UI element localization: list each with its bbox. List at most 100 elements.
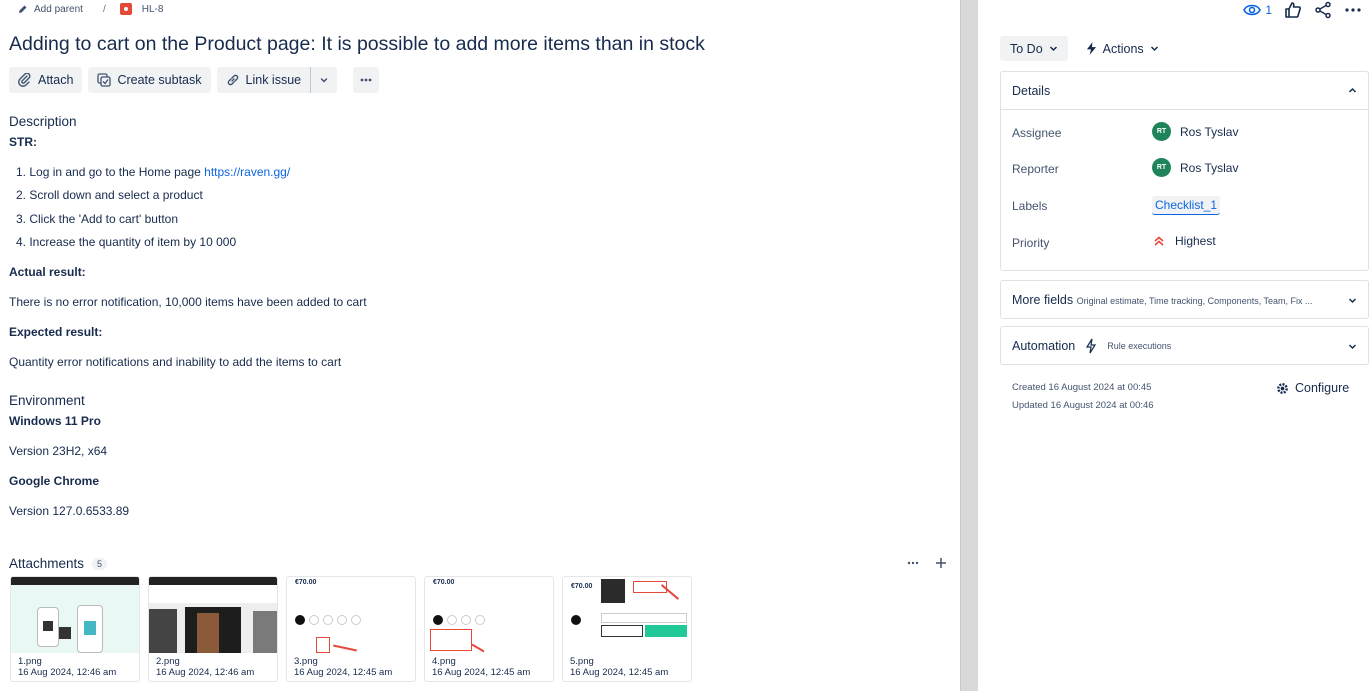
- attachment-date: 16 Aug 2024, 12:45 am: [570, 667, 669, 678]
- add-parent-link[interactable]: Add parent: [34, 4, 83, 15]
- configure-button[interactable]: Configure: [1276, 381, 1349, 395]
- link-icon: [227, 74, 238, 86]
- step-1-text: 1. Log in and go to the Home page: [16, 165, 205, 179]
- attachments-heading: Attachments: [9, 556, 85, 571]
- attachment-thumbnails: 1.png 16 Aug 2024, 12:46 am 2.png 16 Aug 2…: [10, 576, 692, 682]
- thumb-price: €70.00: [295, 579, 317, 586]
- eye-icon: [1243, 4, 1262, 16]
- chevron-down-icon: [1150, 46, 1158, 52]
- chevron-up-icon: [1348, 87, 1357, 93]
- issue-main-panel: Add parent / HL-8 Adding to cart on the …: [0, 0, 960, 691]
- watch-button[interactable]: 1: [1243, 1, 1272, 19]
- issue-top-actions: 1: [1243, 1, 1362, 19]
- assignee-name: Ros Tyslav: [1180, 124, 1239, 139]
- attachment-date: 16 Aug 2024, 12:45 am: [294, 667, 393, 678]
- attachments-count: 5: [92, 557, 108, 570]
- details-heading: Details: [1012, 83, 1051, 98]
- actual-result-label: Actual result:: [9, 265, 86, 279]
- link-issue-button[interactable]: Link issue: [216, 67, 311, 93]
- reporter-label: Reporter: [1012, 162, 1059, 176]
- watchers-count: 1: [1265, 3, 1272, 17]
- raven-link[interactable]: https://raven.gg/: [204, 165, 290, 179]
- thumb-price: €70.00: [571, 583, 593, 590]
- labels-value[interactable]: Checklist_1: [1152, 196, 1221, 215]
- priority-highest-icon: [1154, 236, 1164, 246]
- attachment-card[interactable]: 2.png 16 Aug 2024, 12:46 am: [148, 576, 278, 682]
- paperclip-icon: [18, 73, 31, 87]
- attachment-preview-image: [11, 577, 139, 653]
- attach-button[interactable]: Attach: [9, 67, 83, 93]
- attachment-date: 16 Aug 2024, 12:46 am: [156, 667, 255, 678]
- browser-version: Version 127.0.6533.89: [9, 504, 130, 518]
- pencil-icon: [19, 5, 27, 13]
- attachment-card[interactable]: €70.00 5.png 16 Aug 2024, 12:45 am: [562, 576, 692, 682]
- more-fields-panel[interactable]: More fields Original estimate, Time trac…: [1000, 280, 1369, 319]
- automation-hint: Rule executions: [1107, 341, 1172, 351]
- attachment-date: 16 Aug 2024, 12:46 am: [18, 667, 117, 678]
- actions-dropdown[interactable]: Actions: [1076, 36, 1169, 61]
- os-version: Version 23H2, x64: [9, 444, 108, 458]
- plus-icon[interactable]: [934, 556, 948, 570]
- attachment-card[interactable]: 1.png 16 Aug 2024, 12:46 am: [10, 576, 140, 682]
- more-fields-title: More fields Original estimate, Time trac…: [1012, 293, 1313, 307]
- lightning-icon: [1086, 42, 1096, 55]
- expected-result-label: Expected result:: [9, 325, 103, 339]
- details-header[interactable]: Details: [1001, 72, 1368, 110]
- label-chip[interactable]: Checklist_1: [1152, 196, 1221, 215]
- panel-resize-divider[interactable]: [960, 0, 978, 691]
- step-1: 1. Log in and go to the Home page https:…: [16, 165, 290, 179]
- issue-toolbar: Attach Create subtask Link issue: [9, 67, 380, 93]
- more-icon: [360, 78, 372, 82]
- details-panel: Details Assignee RT Ros Tyslav Reporter …: [1000, 71, 1369, 271]
- more-icon[interactable]: [1344, 1, 1362, 19]
- issue-key-link[interactable]: HL-8: [142, 4, 164, 15]
- chevron-down-icon: [1049, 46, 1057, 52]
- reporter-name: Ros Tyslav: [1180, 160, 1239, 175]
- priority-name: Highest: [1175, 234, 1216, 248]
- attachment-preview-image: €70.00: [563, 577, 691, 653]
- attachment-card[interactable]: €70.00 4.png 16 Aug 2024, 12:45 am: [424, 576, 554, 682]
- attachment-preview-image: €70.00: [425, 577, 553, 653]
- assignee-value[interactable]: RT Ros Tyslav: [1152, 122, 1238, 141]
- breadcrumb-separator: /: [102, 3, 106, 15]
- automation-header[interactable]: Automation Rule executions: [1001, 327, 1368, 365]
- attachment-caption: 4.png 16 Aug 2024, 12:45 am: [432, 656, 530, 678]
- create-subtask-button[interactable]: Create subtask: [88, 67, 211, 93]
- subtask-icon: [97, 73, 112, 87]
- attachment-card[interactable]: €70.00 3.png 16 Aug 2024, 12:45 am: [286, 576, 416, 682]
- expected-result-text: Quantity error notifications and inabili…: [9, 355, 342, 369]
- link-issue-label: Link issue: [245, 73, 302, 87]
- chevron-down-icon: [1348, 343, 1357, 349]
- step-2: 2. Scroll down and select a product: [16, 188, 203, 202]
- link-issue-split-button: Link issue: [216, 67, 338, 93]
- attachment-date: 16 Aug 2024, 12:45 am: [432, 667, 531, 678]
- step-4: 4. Increase the quantity of item by 10 0…: [16, 235, 237, 249]
- step-3: 3. Click the 'Add to cart' button: [16, 212, 178, 226]
- environment-heading: Environment: [9, 393, 85, 408]
- share-icon[interactable]: [1314, 1, 1332, 19]
- priority-value[interactable]: Highest: [1152, 234, 1216, 248]
- attachment-name: 2.png: [156, 656, 180, 667]
- more-fields-header[interactable]: More fields Original estimate, Time trac…: [1001, 281, 1368, 319]
- status-dropdown[interactable]: To Do: [1000, 36, 1068, 61]
- reporter-value[interactable]: RT Ros Tyslav: [1152, 158, 1238, 177]
- more-actions-button[interactable]: [353, 67, 380, 93]
- attachment-preview-image: €70.00: [287, 577, 415, 653]
- actual-result-text: There is no error notification, 10,000 i…: [9, 295, 367, 309]
- attachment-name: 1.png: [18, 656, 42, 667]
- browser-label: Google Chrome: [9, 474, 100, 488]
- issue-title[interactable]: Adding to cart on the Product page: It i…: [9, 33, 705, 56]
- attachment-caption: 1.png 16 Aug 2024, 12:46 am: [18, 656, 116, 678]
- automation-title: Automation Rule executions: [1012, 338, 1171, 354]
- more-icon[interactable]: [906, 556, 920, 570]
- labels-label: Labels: [1012, 199, 1048, 213]
- assignee-label: Assignee: [1012, 126, 1062, 140]
- automation-panel[interactable]: Automation Rule executions: [1000, 326, 1369, 365]
- link-issue-dropdown[interactable]: [310, 67, 338, 93]
- attachment-caption: 5.png 16 Aug 2024, 12:45 am: [570, 656, 668, 678]
- thumbs-up-icon[interactable]: [1284, 1, 1302, 19]
- attach-label: Attach: [38, 73, 74, 87]
- thumb-price: €70.00: [433, 579, 455, 586]
- description-heading: Description: [9, 114, 77, 129]
- create-subtask-label: Create subtask: [117, 73, 202, 87]
